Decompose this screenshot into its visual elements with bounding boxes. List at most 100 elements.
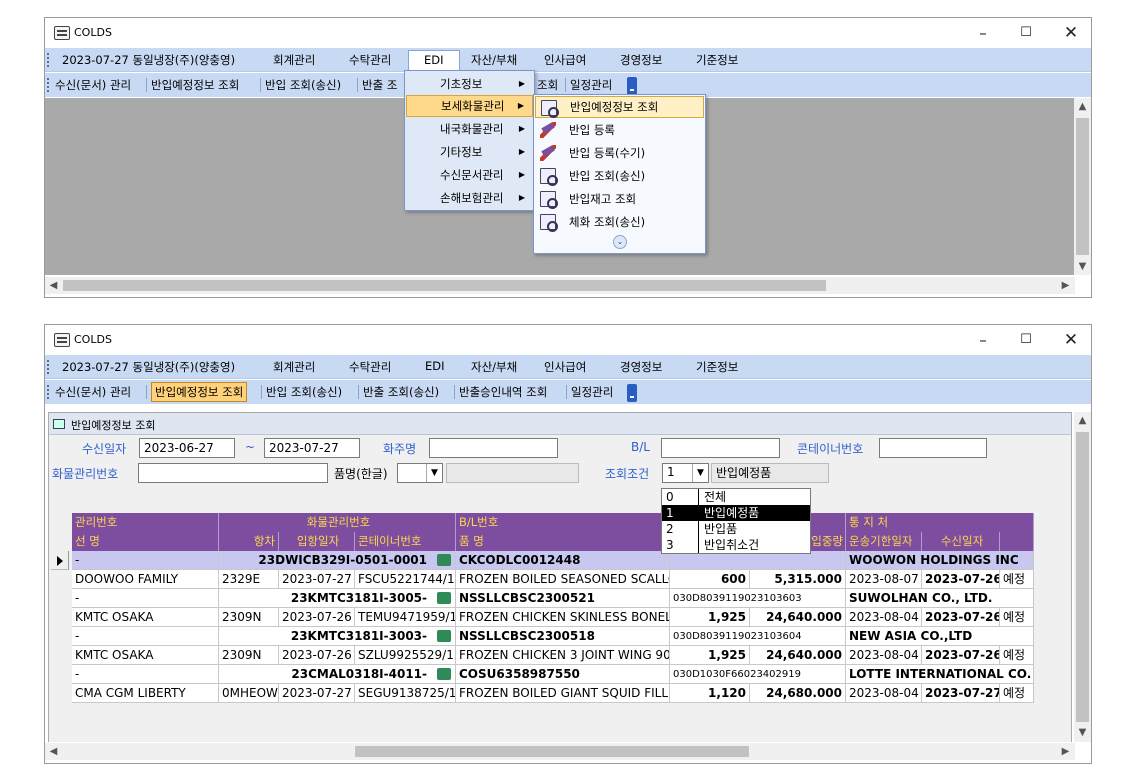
col-item[interactable]: 품 명 (456, 532, 670, 551)
scroll-up-icon[interactable]: ▲ (1074, 412, 1091, 429)
cell-deadline[interactable]: 2023-08-07 (846, 570, 922, 589)
minimize-button[interactable]: – (970, 22, 996, 44)
minimize-button[interactable]: – (970, 329, 996, 351)
menu-company[interactable]: 2023-07-27 동일냉장(주)(양충영) (59, 359, 238, 375)
cell-ship[interactable]: KMTC OSAKA (72, 608, 219, 627)
cond-option[interactable]: 1 반입예정품 (662, 505, 810, 521)
cell-ship[interactable]: KMTC OSAKA (72, 646, 219, 665)
item-name-dropdown[interactable]: ▼ (397, 463, 443, 483)
menu-item-recv-doc[interactable]: 수신문서관리 ▶ (406, 164, 533, 186)
cell-voy[interactable]: 2329E (219, 570, 279, 589)
table-row[interactable]: DOOWOO FAMILY 2329E 2023-07-27 FSCU5221744/… (72, 570, 1034, 589)
menu-item-basic-info[interactable]: 기초정보 ▶ (406, 73, 533, 95)
cell-status[interactable]: 예정 (1000, 684, 1034, 703)
menu-edi[interactable]: EDI (408, 50, 460, 72)
toolbar-overflow-button[interactable] (627, 77, 637, 95)
scroll-left-icon[interactable]: ◀ (45, 277, 62, 294)
vertical-scrollbar[interactable]: ▲ ▼ (1074, 98, 1091, 275)
col-container[interactable]: 콘테이너번호 (355, 532, 456, 551)
cond-option[interactable]: 2 반입품 (662, 521, 810, 537)
col-voyage[interactable]: 항차 (219, 532, 279, 551)
cell-mgmt[interactable]: - (72, 665, 219, 684)
cell-arrival[interactable]: 2023-07-26 (279, 608, 355, 627)
tb-incoming-plan[interactable]: 반입예정정보 조회 (151, 77, 239, 93)
chevron-down-icon[interactable]: ▼ (426, 464, 442, 482)
cell-container[interactable]: SZLU9925529/1 (355, 646, 456, 665)
owner-input[interactable] (429, 438, 558, 458)
cell-container[interactable]: SEGU9138725/1 (355, 684, 456, 703)
cell-arrival[interactable]: 2023-07-26 (279, 646, 355, 665)
tb-schedule[interactable]: 일정관리 (570, 77, 612, 93)
cell-weight[interactable]: 5,315.000 (750, 570, 846, 589)
menu-item-bonded-cargo[interactable]: 보세화물관리 ▶ (406, 95, 533, 117)
scroll-left-icon[interactable]: ◀ (45, 743, 62, 760)
cell-container[interactable]: FSCU5221744/1 (355, 570, 456, 589)
cell-qty[interactable]: 1,120 (670, 684, 750, 703)
cell-bl[interactable]: NSSLLCBSC2300521 (456, 589, 670, 608)
scroll-down-icon[interactable]: ▼ (1074, 258, 1091, 275)
cell-ship[interactable]: CMA CGM LIBERTY (72, 684, 219, 703)
menu-item-incoming-manual[interactable]: 반입 등록(수기) (535, 142, 704, 164)
close-button[interactable]: ✕ (1058, 329, 1084, 351)
table-row[interactable]: KMTC OSAKA 2309N 2023-07-26 TEMU9471959/1 FR… (72, 608, 1034, 627)
menu-consignment[interactable]: 수탁관리 (346, 359, 394, 375)
cell-status[interactable]: 예정 (1000, 646, 1034, 665)
table-row[interactable]: CMA CGM LIBERTY0MHEOW12023-07-27SEGU9138… (72, 684, 1034, 703)
toolbar-overflow-button[interactable] (627, 384, 637, 402)
query-cond-select[interactable]: 1 ▼ (662, 463, 709, 483)
table-row[interactable]: - 23KMTC3181I-3003- NSSLLCBSC2300518 030D80… (72, 627, 1034, 646)
cell-weight[interactable]: 24,640.000 (750, 646, 846, 665)
cell-deadline[interactable]: 2023-08-04 (846, 608, 922, 627)
scroll-thumb[interactable] (1076, 118, 1089, 255)
table-row[interactable]: KMTC OSAKA 2309N 2023-07-26 SZLU9925529/1 FR… (72, 646, 1034, 665)
cell-bl[interactable]: NSSLLCBSC2300518 (456, 627, 670, 646)
scroll-thumb[interactable] (1076, 432, 1089, 722)
globe-icon[interactable] (437, 630, 451, 642)
horizontal-scrollbar[interactable]: ◀ ▶ (45, 743, 1075, 760)
menu-company[interactable]: 2023-07-27 동일냉장(주)(양충영) (59, 52, 238, 68)
menu-item-domestic-cargo[interactable]: 내국화물관리 ▶ (406, 118, 533, 140)
cell-cargo[interactable]: 23CMAL0318I-4011- (219, 665, 456, 684)
menu-item-other-info[interactable]: 기타정보 ▶ (406, 141, 533, 163)
scroll-right-icon[interactable]: ▶ (1057, 277, 1074, 294)
table-row[interactable]: - 23CMAL0318I-4011- COSU6358987550 030D1030… (72, 665, 1034, 684)
cond-option[interactable]: 3 반입취소건 (662, 537, 810, 553)
date-to-input[interactable]: 2023-07-27 (264, 438, 360, 458)
col-arrival[interactable]: 입항일자 (279, 532, 355, 551)
cell-voy[interactable]: 2309N (219, 646, 279, 665)
cell-mgmt[interactable]: - (72, 589, 219, 608)
cell-deadline[interactable]: 2023-08-04 (846, 646, 922, 665)
menu-management[interactable]: 경영정보 (617, 52, 665, 68)
scroll-thumb[interactable] (355, 746, 749, 757)
menu-standards[interactable]: 기준정보 (693, 359, 741, 375)
menu-item-incoming-send[interactable]: 반입 조회(송신) (535, 165, 704, 187)
cell-recv[interactable]: 2023-07-26 (922, 608, 1000, 627)
cond-option[interactable]: 0 전체 (662, 489, 810, 505)
cell-container[interactable]: TEMU9471959/1 (355, 608, 456, 627)
menu-item-incoming-plan[interactable]: 반입예정정보 조회 (535, 96, 704, 118)
cell-cargo[interactable]: 23DWICB329I-0501-0001 (219, 551, 456, 570)
close-button[interactable]: ✕ (1058, 22, 1084, 44)
cell-deadline[interactable]: 2023-08-04 (846, 684, 922, 703)
cell-item[interactable]: FROZEN CHICKEN 3 JOINT WING 90- (456, 646, 670, 665)
date-from-input[interactable]: 2023-06-27 (139, 438, 235, 458)
menu-accounting[interactable]: 회계관리 (270, 52, 318, 68)
menu-item-insurance[interactable]: 손해보험관리 ▶ (406, 187, 533, 209)
scroll-up-icon[interactable]: ▲ (1074, 98, 1091, 115)
globe-icon[interactable] (437, 668, 451, 680)
grip-handle[interactable] (47, 360, 50, 374)
col-ship[interactable]: 선 명 (72, 532, 219, 551)
menu-item-stock[interactable]: 반입재고 조회 (535, 188, 704, 210)
tb-outgoing-send[interactable]: 반출 조 (362, 77, 397, 93)
cell-voy[interactable]: 0MHEOW1 (219, 684, 279, 703)
horizontal-scrollbar[interactable]: ◀ ▶ (45, 277, 1075, 294)
menu-payroll[interactable]: 인사급여 (541, 52, 589, 68)
chevron-down-icon[interactable]: ▼ (692, 464, 708, 482)
menu-accounting[interactable]: 회계관리 (270, 359, 318, 375)
cell-notify[interactable]: SUWOLHAN CO., LTD. (846, 589, 1034, 608)
cell-recv[interactable]: 2023-07-26 (922, 646, 1000, 665)
col-cargo-no[interactable]: 화물관리번호 (219, 513, 456, 532)
cell-mgmt[interactable]: - (72, 627, 219, 646)
cell-weight[interactable]: 24,640.000 (750, 608, 846, 627)
container-input[interactable] (879, 438, 987, 458)
